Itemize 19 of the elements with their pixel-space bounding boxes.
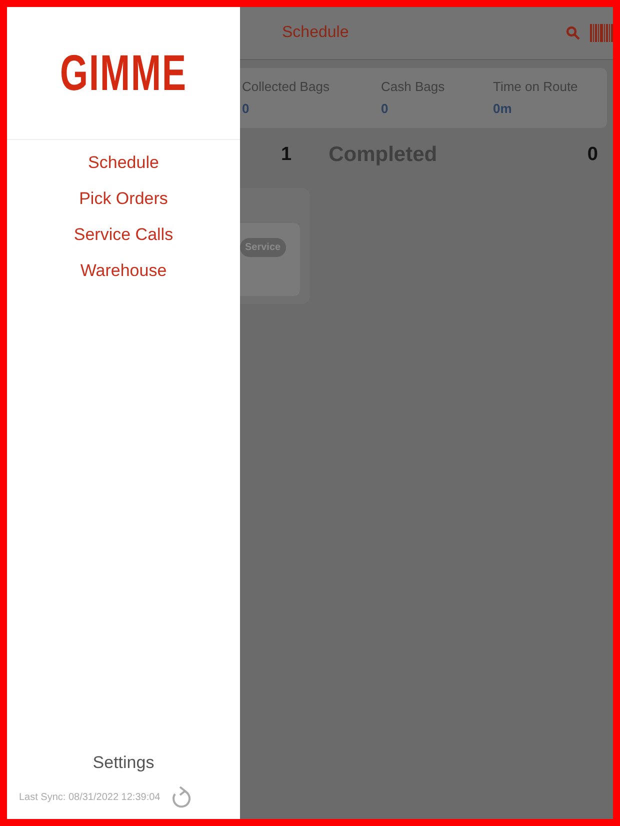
- drawer-menu-item[interactable]: Warehouse: [80, 259, 167, 283]
- drawer-menu-item[interactable]: Schedule: [88, 151, 159, 175]
- stat-label: Cash Bags: [381, 78, 446, 96]
- stat-value: 0: [242, 100, 250, 118]
- last-sync-text: Last Sync: 08/31/2022 12:39:04: [19, 790, 160, 804]
- settings-link[interactable]: Settings: [92, 750, 154, 775]
- stat-label: Time on Route: [493, 78, 578, 96]
- refresh-icon[interactable]: [170, 785, 192, 809]
- drawer-menu-item[interactable]: Pick Orders: [79, 187, 168, 211]
- search-icon[interactable]: [566, 26, 580, 40]
- scheduled-count: 1: [281, 142, 292, 167]
- gimme-logo: GIMME: [60, 48, 187, 98]
- stat-value: 0: [381, 100, 390, 118]
- barcode-icon[interactable]: [590, 24, 613, 42]
- completed-count: 0: [587, 142, 598, 167]
- drawer-menu-item[interactable]: Service Calls: [74, 223, 174, 247]
- header-title: Schedule: [282, 23, 349, 43]
- stat-value: 0m: [493, 100, 513, 118]
- stat-label: Collected Bags: [242, 78, 330, 96]
